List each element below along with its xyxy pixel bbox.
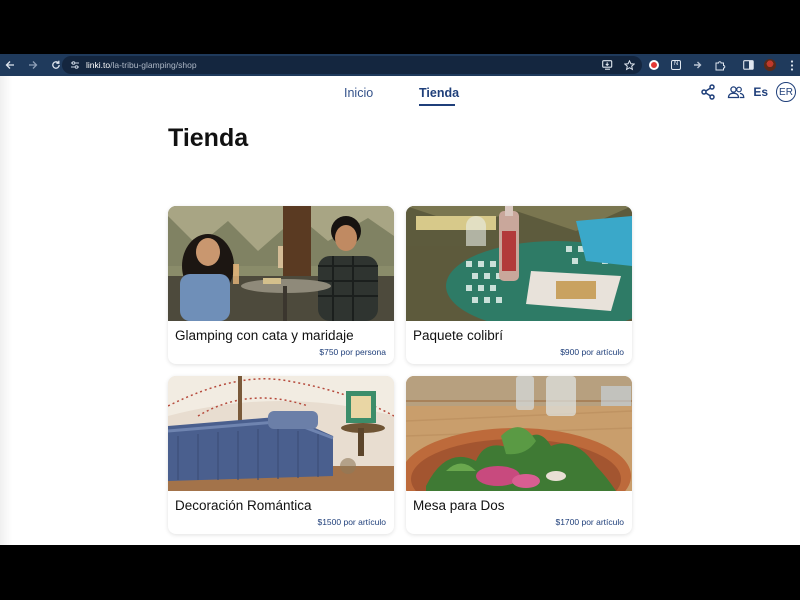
extension-record-icon[interactable] bbox=[646, 56, 662, 74]
product-image-salad-table bbox=[406, 376, 632, 491]
screen-letterbox-top bbox=[0, 0, 800, 54]
extension-arrow-icon[interactable] bbox=[690, 56, 706, 74]
url-path: /la-tribu-glamping/shop bbox=[110, 60, 197, 70]
product-card[interactable]: Decoración Romántica $1500 por artículo bbox=[168, 376, 394, 534]
product-title: Decoración Romántica bbox=[175, 498, 312, 513]
nav-link-tienda[interactable]: Tienda bbox=[419, 86, 459, 100]
screen-letterbox-bottom bbox=[0, 545, 800, 600]
product-card[interactable]: Glamping con cata y maridaje $750 por pe… bbox=[168, 206, 394, 364]
address-bar[interactable]: linki.to/la-tribu-glamping/shop bbox=[62, 56, 642, 74]
product-title: Glamping con cata y maridaje bbox=[175, 328, 354, 343]
top-navigation: Inicio Tienda Es ER bbox=[0, 76, 800, 110]
back-icon[interactable] bbox=[1, 56, 19, 74]
user-avatar[interactable]: ER bbox=[776, 82, 796, 102]
product-price: $900 por artículo bbox=[560, 347, 624, 357]
page-content: Inicio Tienda Es ER Tienda Glamping con … bbox=[0, 76, 800, 545]
people-icon[interactable] bbox=[727, 83, 745, 101]
tune-icon[interactable] bbox=[68, 58, 82, 72]
product-price: $1700 por artículo bbox=[555, 517, 624, 527]
language-selector[interactable]: Es bbox=[753, 85, 768, 99]
product-price: $1500 por artículo bbox=[317, 517, 386, 527]
browser-toolbar: linki.to/la-tribu-glamping/shop N bbox=[0, 54, 800, 76]
install-app-icon[interactable] bbox=[600, 57, 614, 73]
side-panel-icon[interactable] bbox=[740, 56, 756, 74]
page-edge-shadow bbox=[0, 76, 12, 545]
nav-active-indicator bbox=[419, 104, 455, 106]
product-image-romantic-tent bbox=[168, 376, 394, 491]
product-card[interactable]: Mesa para Dos $1700 por artículo bbox=[406, 376, 632, 534]
product-title: Mesa para Dos bbox=[413, 498, 505, 513]
profile-avatar-icon[interactable] bbox=[762, 56, 778, 74]
product-image-wine-table bbox=[406, 206, 632, 321]
product-image-couple-dining bbox=[168, 206, 394, 321]
puzzle-icon[interactable] bbox=[712, 56, 728, 74]
extension-box-icon[interactable]: N bbox=[668, 56, 684, 74]
product-price: $750 por persona bbox=[319, 347, 386, 357]
product-card[interactable]: Paquete colibrí $900 por artículo bbox=[406, 206, 632, 364]
url-text[interactable]: linki.to/la-tribu-glamping/shop bbox=[86, 60, 197, 70]
kebab-menu-icon[interactable] bbox=[784, 56, 800, 74]
share-icon[interactable] bbox=[699, 83, 717, 101]
forward-icon[interactable] bbox=[24, 56, 42, 74]
product-title: Paquete colibrí bbox=[413, 328, 504, 343]
star-icon[interactable] bbox=[622, 57, 636, 73]
url-host: linki.to bbox=[86, 60, 111, 70]
nav-link-inicio[interactable]: Inicio bbox=[344, 86, 373, 100]
page-title: Tienda bbox=[168, 124, 249, 152]
